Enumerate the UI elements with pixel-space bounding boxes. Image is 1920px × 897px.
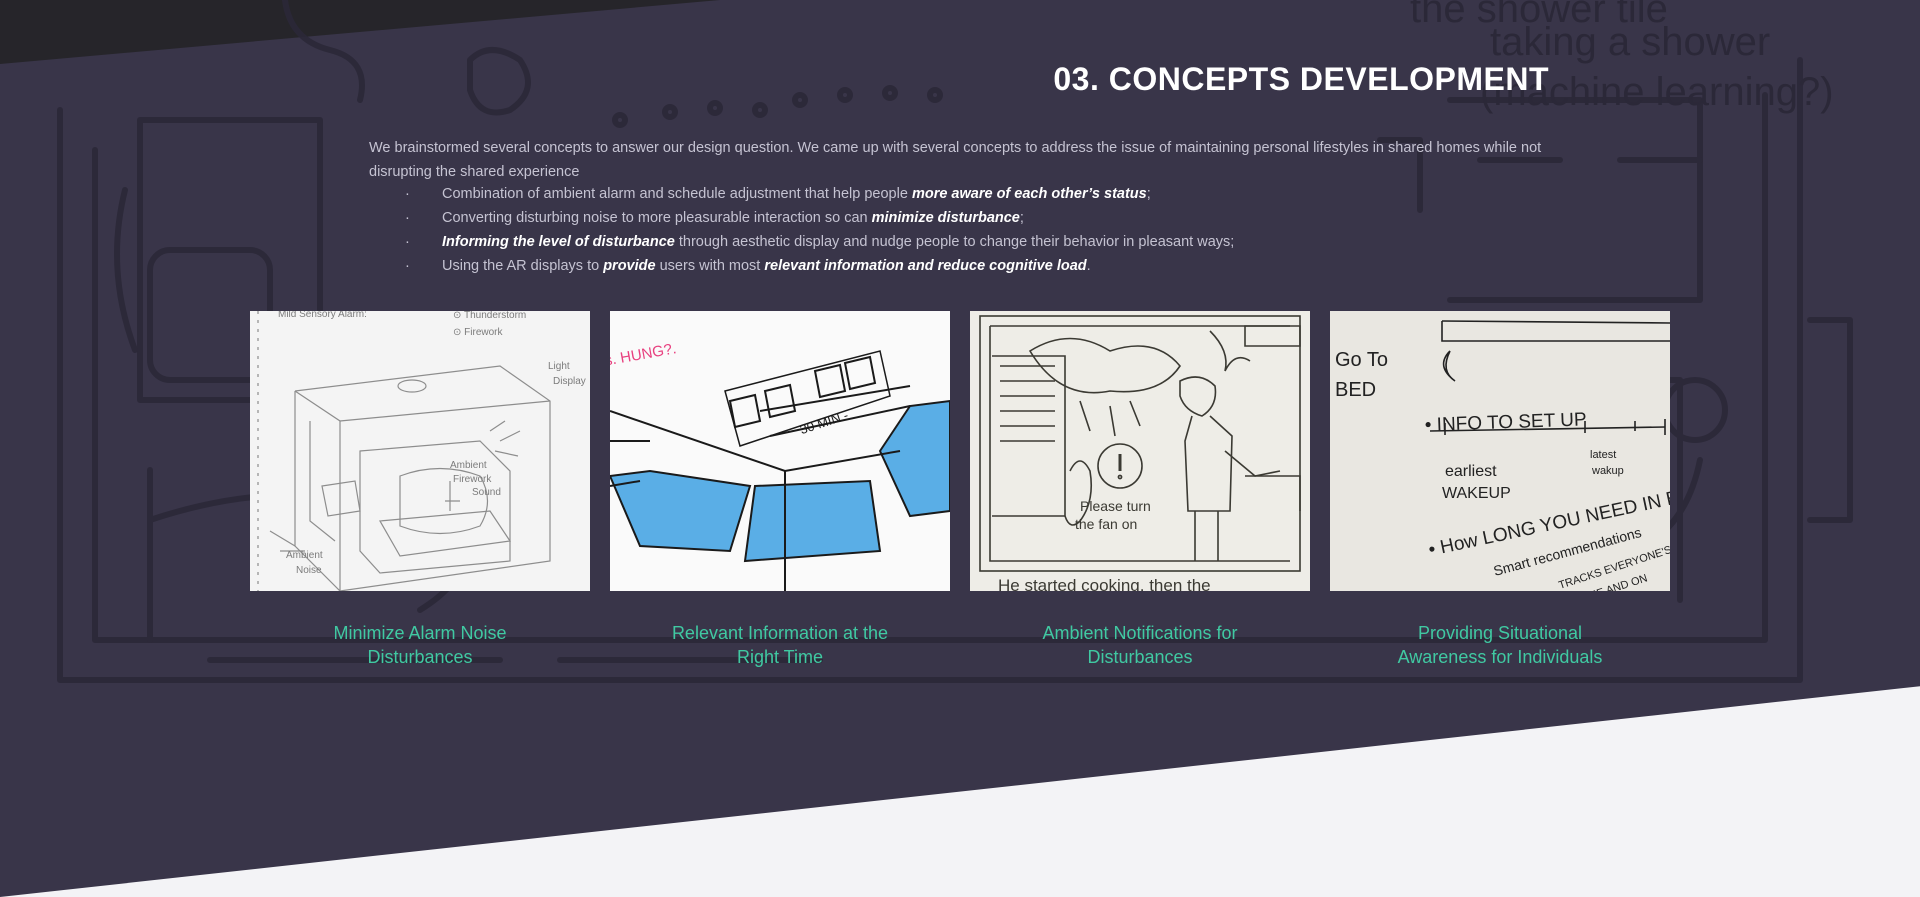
concept-text: Converting disturbing noise to more plea… — [442, 210, 872, 226]
sketch-label: the fan on — [1075, 516, 1137, 532]
concept-card-awareness[interactable]: Go To BED • INFO TO SET UP latest wakup … — [1330, 311, 1670, 669]
concept-text: Combination of ambient alarm and schedul… — [442, 186, 912, 202]
bullet-dot: · — [405, 234, 410, 250]
card-caption: Ambient Notifications for Disturbances — [1042, 623, 1238, 667]
sketch-label: Ambient — [286, 550, 323, 561]
concept-item: · Using the AR displays to provide users … — [369, 254, 1551, 278]
bullet-dot: · — [405, 210, 410, 226]
concept-emphasis: provide — [603, 258, 656, 274]
concept-text: through aesthetic display and nudge peop… — [674, 234, 1235, 250]
concept-emphasis: relevant information and reduce cognitiv… — [764, 258, 1087, 274]
concept-item: · Converting disturbing noise to more ple… — [369, 206, 1551, 230]
sketch-label: Light — [548, 361, 570, 372]
card-caption: Providing Situational Awareness for Indi… — [1397, 623, 1603, 667]
concept-text-end: ; — [1019, 210, 1024, 226]
sketch-label: Firework — [453, 474, 492, 485]
sketch-label: BED — [1335, 379, 1376, 401]
concept-list: · Combination of ambient alarm and schedu… — [369, 182, 1551, 278]
sketch-label: He started cooking, then the — [998, 576, 1211, 591]
sketch-label: ⊙ Thunderstorm — [453, 311, 526, 321]
sketch-label: Mild Sensory Alarm: — [278, 311, 367, 320]
sketch-label: earliest — [1445, 463, 1497, 480]
concept-card-info[interactable]: s. HUNG?. 30 MIN - Relevant Information … — [610, 311, 950, 669]
sketch-label: Go To — [1335, 349, 1388, 371]
notifications-sketch-image: Please turn the fan on He started cookin… — [970, 311, 1310, 591]
concept-text-end: . — [1086, 258, 1091, 274]
sketch-label: latest — [1590, 449, 1616, 461]
concepts-section: 03. CONCEPTS DEVELOPMENT We brainstormed… — [0, 0, 1920, 897]
concept-item: · Informing the level of disturbance thro… — [369, 230, 1551, 254]
awareness-sketch-image: Go To BED • INFO TO SET UP latest wakup … — [1330, 311, 1670, 591]
sketch-label: wakup — [1591, 465, 1624, 477]
concept-text: users with most — [655, 258, 765, 274]
concept-emphasis: more aware of each other’s status — [911, 186, 1147, 202]
sketch-label: Noise — [296, 565, 322, 576]
intro-paragraph: We brainstormed several concepts to answ… — [369, 140, 1542, 180]
concept-card-alarm[interactable]: Mild Sensory Alarm: ⊙ Thunderstorm ⊙ Fir… — [250, 311, 590, 669]
alarm-sketch-image: Mild Sensory Alarm: ⊙ Thunderstorm ⊙ Fir… — [250, 311, 590, 591]
sketch-label: ⊙ Firework — [453, 327, 503, 338]
info-sketch-image: s. HUNG?. 30 MIN - — [610, 311, 950, 591]
bullet-dot: · — [405, 186, 410, 202]
concept-text: Using the AR displays to — [442, 258, 604, 274]
concept-emphasis: Informing the level of disturbance — [442, 234, 675, 250]
concept-text-end: ; — [1146, 186, 1151, 202]
section-title: 03. CONCEPTS DEVELOPMENT — [1053, 61, 1549, 97]
concept-item: · Combination of ambient alarm and schedu… — [369, 182, 1551, 206]
card-caption: Relevant Information at the Right Time — [671, 623, 889, 667]
sketch-label: Please turn — [1080, 498, 1151, 514]
concept-card-notifications[interactable]: Please turn the fan on He started cookin… — [970, 311, 1310, 669]
sketch-label: Sound — [472, 487, 501, 498]
sketch-label: Display — [553, 376, 586, 387]
sketch-label: WAKEUP — [1442, 485, 1511, 502]
concept-emphasis: minimize disturbance — [871, 210, 1020, 226]
card-caption: Minimize Alarm Noise Disturbances — [333, 623, 507, 667]
bullet-dot: · — [405, 258, 410, 274]
sketch-label: Ambient — [450, 460, 487, 471]
